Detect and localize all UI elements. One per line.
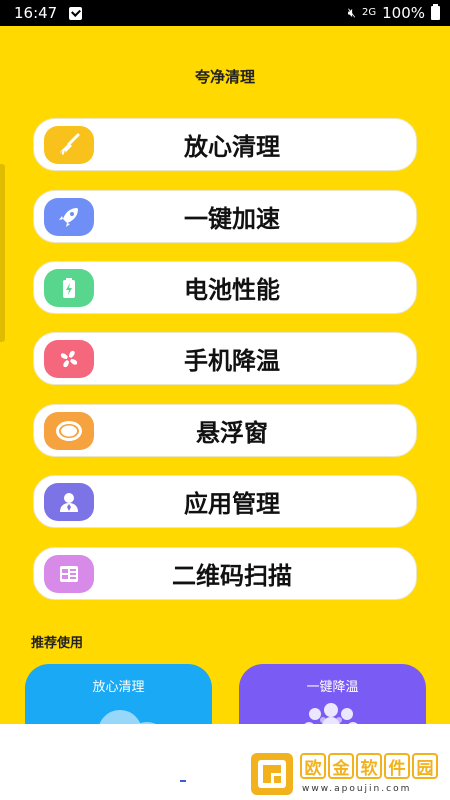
- decorative-mark: [180, 780, 186, 782]
- main-screen: 夸净清理 放心清理 一键加速 电池性能 手机降温 悬浮窗 应用管理 二维码扫描 …: [0, 26, 450, 724]
- status-time: 16:47: [14, 4, 58, 22]
- mute-icon: 🔇︎: [347, 5, 356, 21]
- page-title: 夸净清理: [194, 68, 255, 86]
- battery-icon: [431, 4, 440, 20]
- recommend-section-label: 推荐使用: [31, 636, 84, 651]
- menu-item-app-manage[interactable]: 应用管理: [33, 475, 417, 528]
- recommend-card-cooldown[interactable]: 一键降温: [239, 664, 426, 724]
- watermark-bar: 欧 金 软 件 园 www.apoujin.com: [0, 724, 450, 800]
- menu-item-qr-scan[interactable]: 二维码扫描: [33, 547, 417, 600]
- user-icon: [44, 483, 94, 521]
- recommend-card-clean[interactable]: 放心清理: [25, 664, 212, 724]
- menu-item-battery[interactable]: 电池性能: [33, 261, 417, 314]
- watermark-char: 金: [328, 753, 354, 779]
- snowflake-icon: [304, 703, 358, 724]
- signal-label: 2G: [361, 7, 377, 18]
- cloud-icon: [99, 710, 156, 724]
- menu-item-speedup[interactable]: 一键加速: [33, 190, 417, 243]
- watermark-char: 欧: [300, 753, 326, 779]
- watermark-text: 欧 金 软 件 园: [300, 753, 438, 779]
- broom-icon: [44, 126, 94, 164]
- menu-item-clean[interactable]: 放心清理: [33, 118, 417, 171]
- notification-check-icon: [69, 6, 83, 20]
- battery-percent: 100%: [382, 4, 425, 22]
- watermark-char: 园: [412, 753, 438, 779]
- status-bar: 16:47 🔇︎ 2G 100%: [0, 0, 450, 26]
- edge-handle[interactable]: [0, 164, 5, 342]
- rocket-icon: [44, 198, 94, 236]
- battery-icon: [44, 269, 94, 307]
- menu-item-float-window[interactable]: 悬浮窗: [33, 404, 417, 457]
- fan-icon: [44, 340, 94, 378]
- watermark-char: 件: [384, 753, 410, 779]
- qr-scan-icon: [44, 555, 94, 593]
- watermark-logo-icon: [251, 753, 293, 795]
- float-window-icon: [44, 412, 94, 450]
- watermark-url: www.apoujin.com: [302, 784, 412, 794]
- menu-item-cooldown[interactable]: 手机降温: [33, 332, 417, 385]
- watermark-char: 软: [356, 753, 382, 779]
